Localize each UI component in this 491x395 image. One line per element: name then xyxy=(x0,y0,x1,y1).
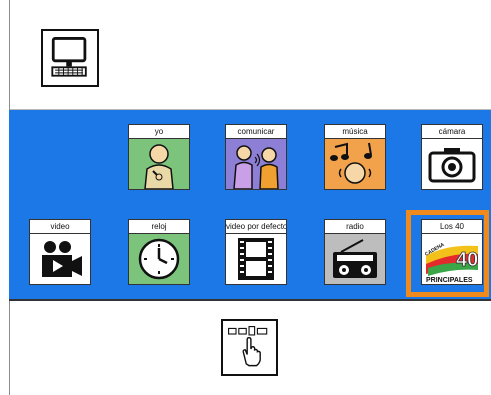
tile-label: cámara xyxy=(421,124,483,138)
tile-label: reloj xyxy=(128,219,190,233)
person-self-icon xyxy=(128,138,190,190)
tile-reloj[interactable]: reloj xyxy=(128,219,190,285)
grid-select-hand-icon xyxy=(228,326,268,367)
music-icon xyxy=(324,138,386,190)
computer-button[interactable] xyxy=(41,29,99,87)
selection-highlight xyxy=(406,210,489,297)
tile-video-por-defecto[interactable]: video por defecto xyxy=(225,219,287,285)
video-camera-icon xyxy=(29,233,91,285)
computer-icon xyxy=(51,37,87,77)
tile-comunicar[interactable]: comunicar xyxy=(225,124,287,190)
tile-video[interactable]: video xyxy=(29,219,91,285)
tile-label: video xyxy=(29,219,91,233)
clock-icon xyxy=(128,233,190,285)
panel-bottom-border xyxy=(9,299,491,301)
camera-icon xyxy=(421,138,483,190)
grid-select-button[interactable] xyxy=(221,319,278,376)
tile-label: video por defecto xyxy=(225,219,287,233)
tile-yo[interactable]: yo xyxy=(128,124,190,190)
tile-label: yo xyxy=(128,124,190,138)
people-talking-icon xyxy=(225,138,287,190)
tile-label: radio xyxy=(324,219,386,233)
tile-musica[interactable]: música xyxy=(324,124,386,190)
tile-label: comunicar xyxy=(225,124,287,138)
tile-radio[interactable]: radio xyxy=(324,219,386,285)
film-icon xyxy=(225,233,287,285)
tile-camara[interactable]: cámara xyxy=(421,124,483,190)
radio-icon xyxy=(324,233,386,285)
tile-label: música xyxy=(324,124,386,138)
